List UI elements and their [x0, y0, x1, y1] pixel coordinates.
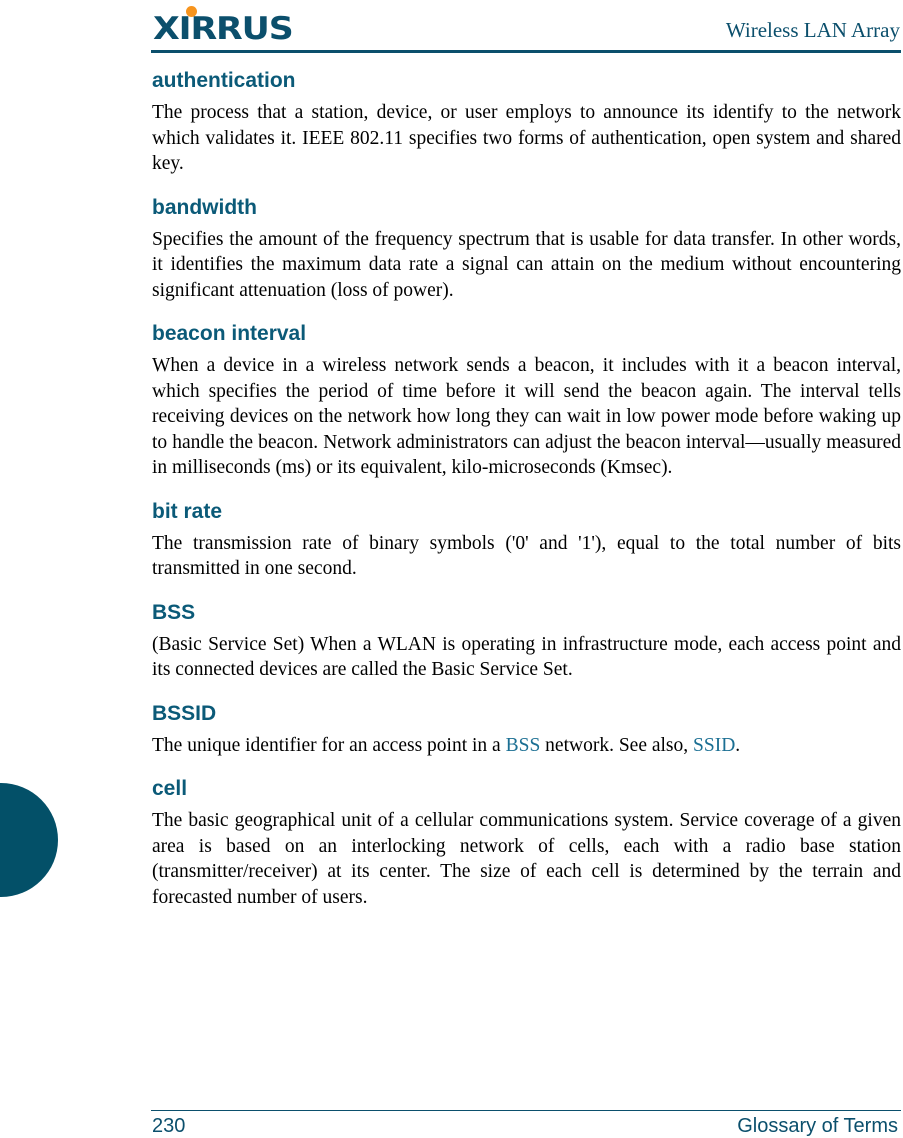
term-heading: bit rate [152, 499, 223, 523]
term-definition: The process that a station, device, or u… [152, 102, 901, 174]
glossary-content: authentication The process that a statio… [152, 66, 901, 926]
definition-text: The unique identifier for an access poin… [152, 734, 506, 756]
glossary-entry-beacon-interval: beacon interval When a device in a wirel… [152, 319, 901, 481]
glossary-entry-cell: cell The basic geographical unit of a ce… [152, 774, 901, 910]
term-heading: BSSID [152, 701, 217, 725]
term-heading: bandwidth [152, 195, 257, 219]
xirrus-logo: XIRRUS [153, 6, 313, 46]
definition-text: network. See also, [540, 734, 694, 756]
term-definition: The basic geographical unit of a cellula… [152, 810, 901, 908]
term-heading: beacon interval [152, 322, 307, 345]
logo-text: XIRRUS [153, 11, 294, 47]
term-definition: Specifies the amount of the frequency sp… [152, 228, 901, 301]
header-rule [151, 50, 901, 53]
glossary-entry-bssid: BSSID The unique identifier for an acces… [152, 699, 901, 759]
chapter-thumb-tab [0, 783, 58, 897]
definition-text: . [735, 734, 741, 756]
ssid-cross-reference-link[interactable]: SSID [693, 735, 735, 756]
term-definition: The transmission rate of binary symbols … [152, 532, 901, 580]
bss-cross-reference-link[interactable]: BSS [506, 735, 541, 756]
term-heading: cell [152, 777, 188, 800]
running-header-title: Wireless LAN Array [725, 18, 900, 42]
term-definition: The unique identifier for an access poin… [152, 733, 901, 759]
term-definition: When a device in a wireless network send… [152, 355, 901, 478]
glossary-entry-bit-rate: bit rate The transmission rate of binary… [152, 497, 901, 582]
term-definition: (Basic Service Set) When a WLAN is opera… [152, 633, 901, 681]
footer-section-title: Glossary of Terms [737, 1115, 898, 1137]
term-heading: BSS [152, 600, 196, 624]
glossary-entry-authentication: authentication The process that a statio… [152, 66, 901, 177]
glossary-entry-bandwidth: bandwidth Specifies the amount of the fr… [152, 193, 901, 304]
term-heading: authentication [152, 69, 296, 92]
glossary-entry-bss: BSS (Basic Service Set) When a WLAN is o… [152, 598, 901, 683]
page-number: 230 [152, 1115, 186, 1137]
footer-rule [151, 1110, 901, 1111]
